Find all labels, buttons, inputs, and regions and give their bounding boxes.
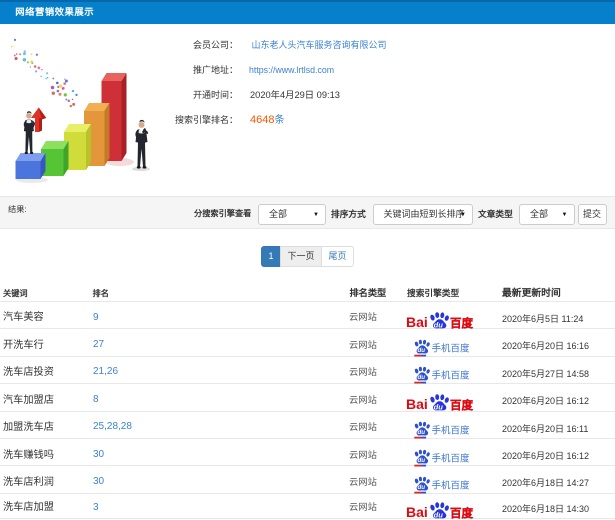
svg-text:du: du xyxy=(418,347,426,354)
svg-text:手机百度: 手机百度 xyxy=(432,341,471,355)
svg-text:Bai: Bai xyxy=(406,504,428,520)
svg-text:du: du xyxy=(418,429,426,436)
svg-text:Bai: Bai xyxy=(406,314,428,330)
svg-text:手机百度: 手机百度 xyxy=(432,450,471,464)
svg-text:Bai: Bai xyxy=(406,396,428,412)
svg-text:du: du xyxy=(434,320,444,329)
svg-text:du: du xyxy=(418,456,426,463)
svg-text:手机百度: 手机百度 xyxy=(432,478,471,492)
svg-text:du: du xyxy=(418,374,426,381)
svg-text:手机百度: 手机百度 xyxy=(432,423,471,437)
svg-text:du: du xyxy=(434,510,444,519)
svg-text:百度: 百度 xyxy=(450,505,473,520)
svg-text:du: du xyxy=(434,402,444,411)
svg-text:百度: 百度 xyxy=(450,314,473,329)
svg-text:du: du xyxy=(418,484,426,491)
svg-text:手机百度: 手机百度 xyxy=(432,368,471,382)
svg-text:百度: 百度 xyxy=(450,397,473,412)
